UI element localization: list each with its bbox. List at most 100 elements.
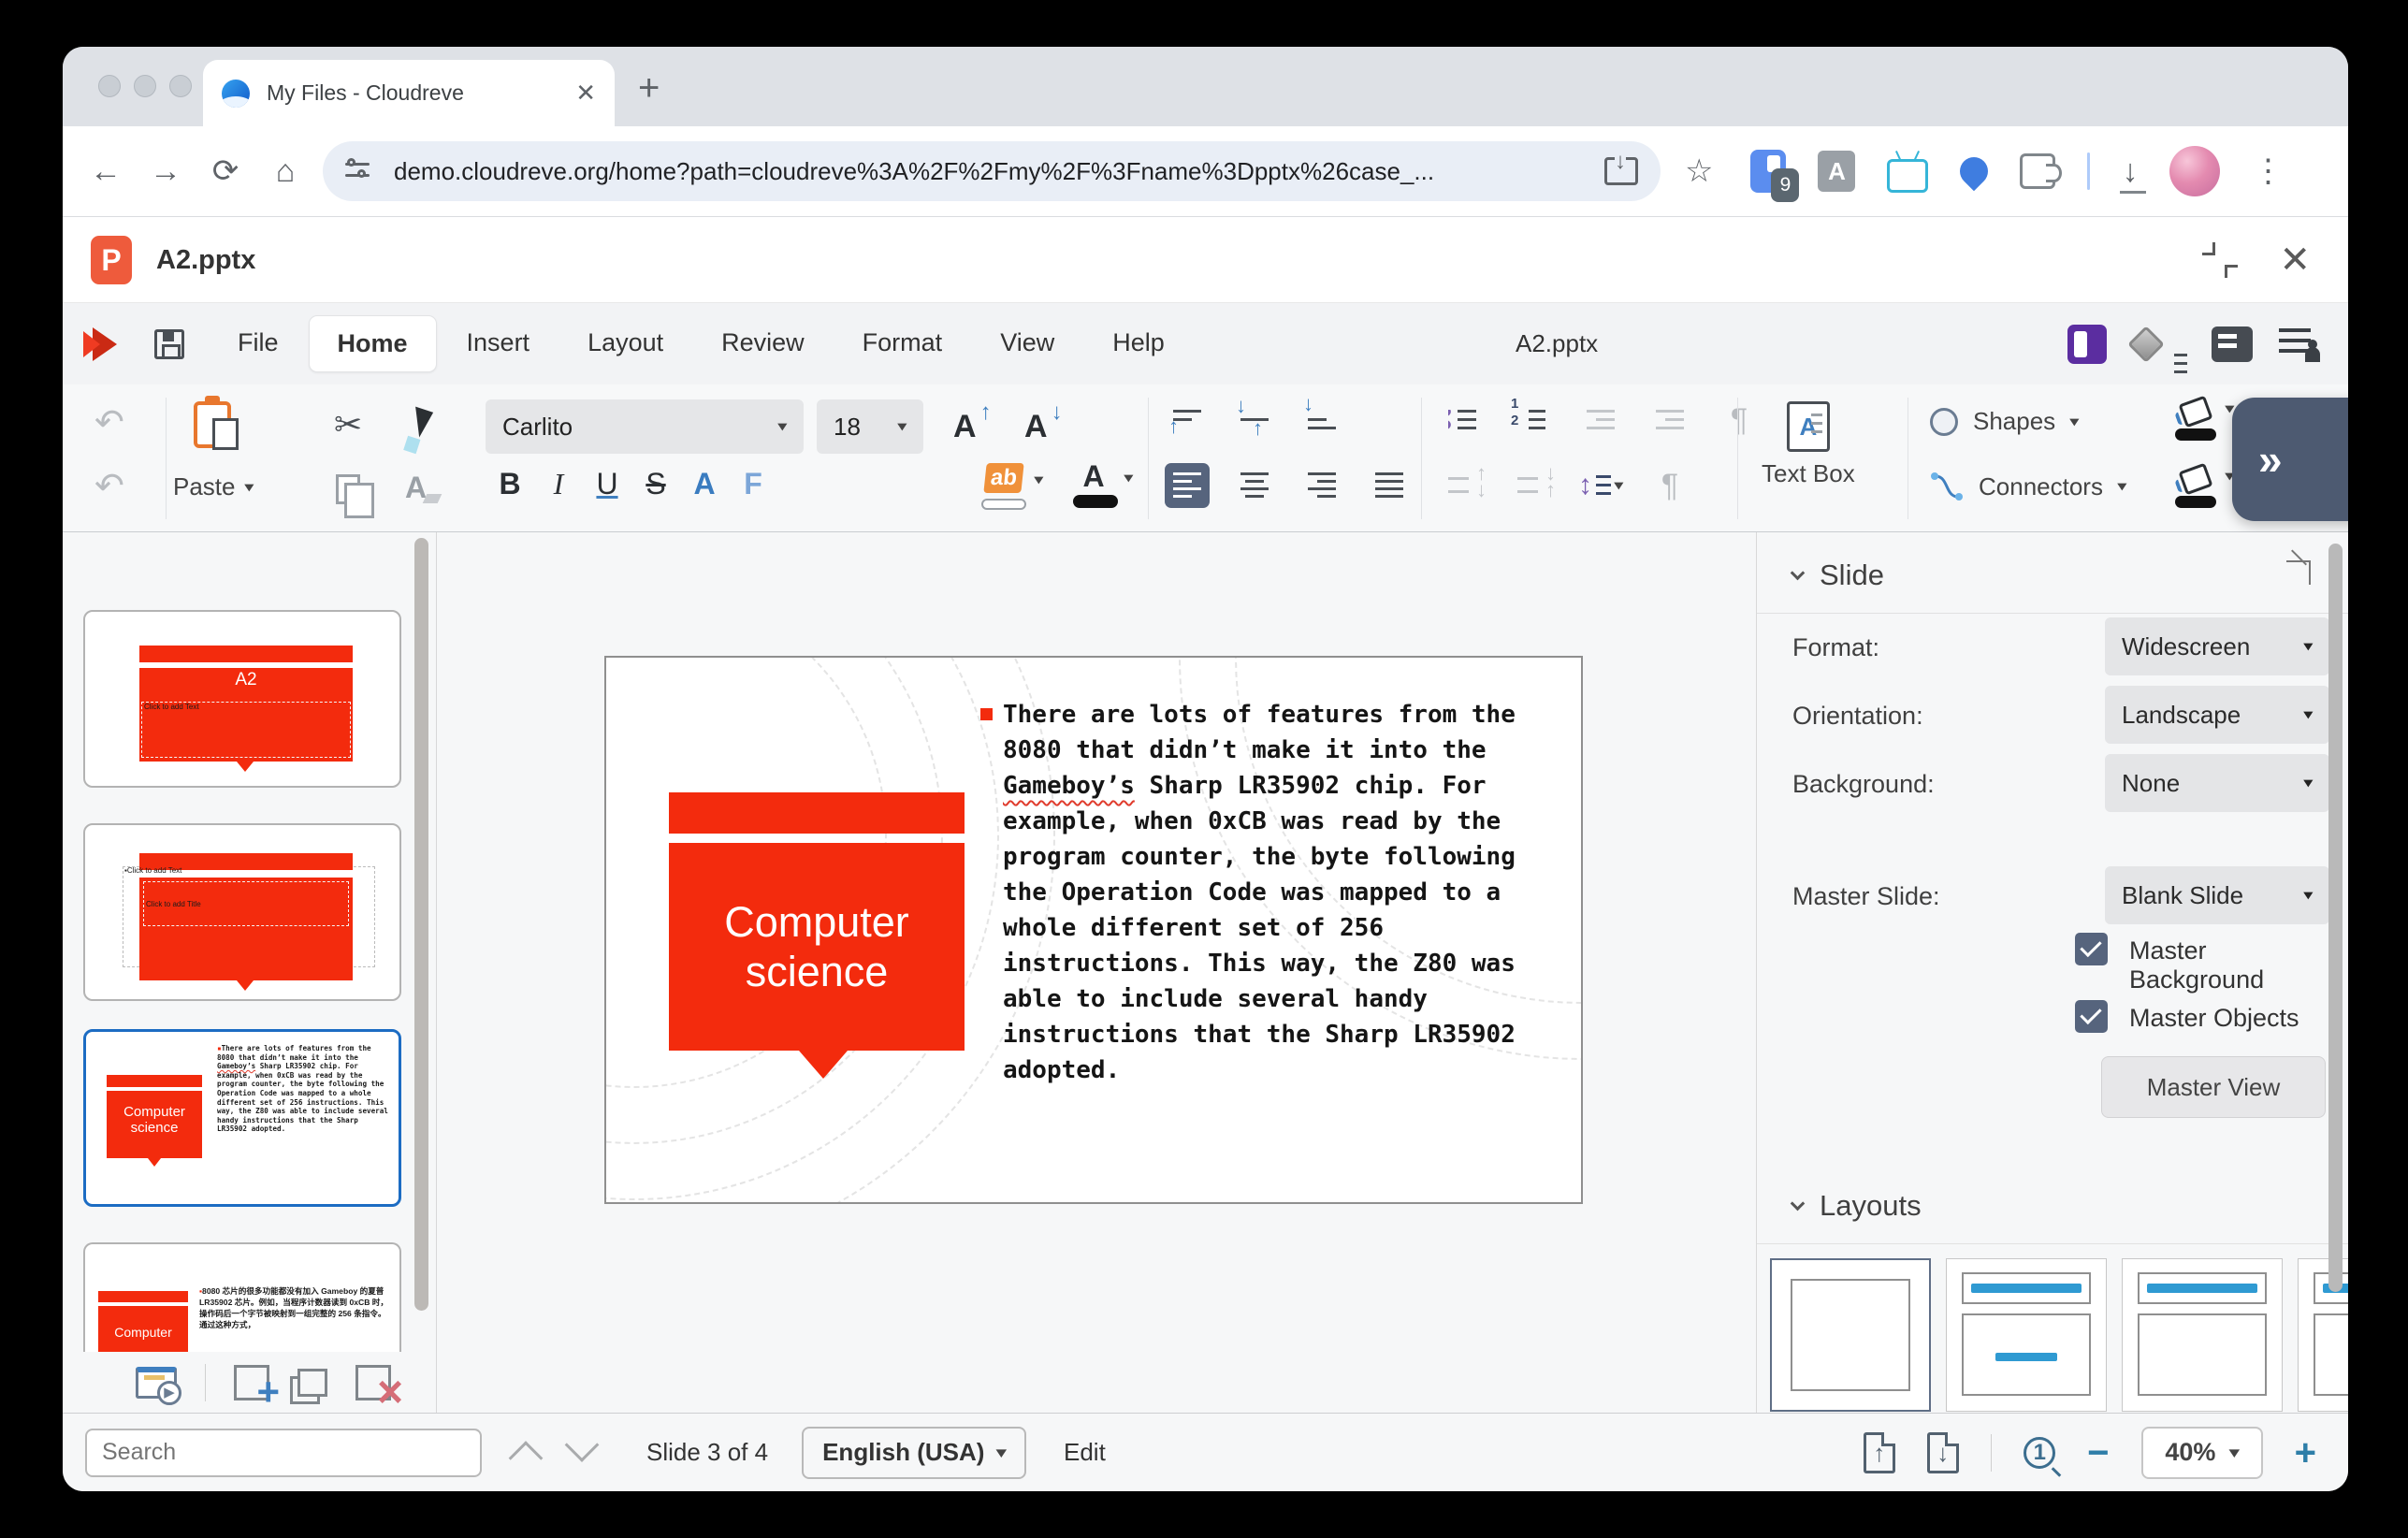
traffic-light-close[interactable] <box>98 75 121 97</box>
align-right-icon[interactable] <box>1299 463 1344 508</box>
decrease-indent-icon[interactable] <box>1578 398 1623 443</box>
preview-close-icon[interactable]: ✕ <box>2279 239 2311 282</box>
menu-file[interactable]: File <box>210 315 307 372</box>
traffic-light-zoom[interactable] <box>169 75 192 97</box>
zoom-100-icon[interactable]: 1 <box>2024 1437 2055 1469</box>
increase-indent-icon[interactable] <box>1647 398 1692 443</box>
highlight-color-button[interactable]: ab▾ <box>978 463 1030 510</box>
browser-menu-icon[interactable]: ⋮ <box>2252 152 2284 190</box>
decrease-font-icon[interactable]: A↓ <box>1024 411 1048 443</box>
redo-icon[interactable]: ↷ <box>94 469 124 504</box>
paste-button[interactable]: Paste▾ <box>173 472 253 501</box>
connectors-button[interactable]: Connectors▾ <box>1930 471 2126 502</box>
menu-format[interactable]: Format <box>834 315 971 372</box>
thumbnail-slide-1[interactable]: A2 Click to add Text <box>83 610 401 788</box>
cut-icon[interactable]: ✂ <box>334 405 362 444</box>
bold-button[interactable]: B <box>486 467 534 501</box>
thumbnail-slide-3[interactable]: Computer science ▪There are lots of feat… <box>83 1029 401 1207</box>
slide-title-shape[interactable]: Computer science <box>669 843 965 1051</box>
thumbnails-scrollbar[interactable] <box>414 538 428 1311</box>
settings-scrollbar[interactable] <box>2328 544 2343 1292</box>
expand-toolbar-button[interactable]: » <box>2232 398 2348 521</box>
master-slide-select[interactable]: Blank Slide▾ <box>2105 866 2329 924</box>
slide-canvas[interactable]: Computer science There are lots of featu… <box>437 532 1756 1413</box>
thumbnail-slide-2[interactable]: ▪Click to add Text Click to add Title <box>83 823 401 1001</box>
bookmark-star-icon[interactable]: ☆ <box>1685 152 1713 190</box>
reload-icon[interactable]: ⟳ <box>196 152 255 190</box>
layouts-section-header[interactable]: Layouts <box>1792 1189 1922 1223</box>
open-advanced-icon[interactable] <box>2286 560 2311 585</box>
extensions-puzzle-icon[interactable] <box>2020 153 2055 189</box>
extension-card-icon[interactable]: 9 <box>1750 150 1786 193</box>
find-next-icon[interactable] <box>565 1428 600 1462</box>
shapes-button[interactable]: Shapes▾ <box>1930 407 2079 436</box>
install-app-icon[interactable] <box>1604 157 1638 185</box>
move-down-icon[interactable]: ↓↑ <box>1509 463 1554 508</box>
insert-paragraph-icon[interactable]: ¶ <box>1717 398 1762 443</box>
valign-middle-icon[interactable]: ↓↑ <box>1232 398 1277 443</box>
browser-tab[interactable]: My Files - Cloudreve ✕ <box>203 60 615 126</box>
zoom-level-select[interactable]: 40%▾ <box>2141 1427 2263 1479</box>
menu-help[interactable]: Help <box>1084 315 1193 372</box>
theme-gem-icon[interactable] <box>2127 326 2165 363</box>
format-painter-icon[interactable] <box>407 407 433 440</box>
view-settings-icon[interactable] <box>2212 326 2253 362</box>
fit-to-slide-icon[interactable]: ↑ <box>1864 1432 1895 1473</box>
slide-page[interactable]: Computer science There are lots of featu… <box>604 656 1583 1204</box>
fit-to-width-icon[interactable]: ↓ <box>1927 1432 1959 1473</box>
fill-color-button[interactable]: ▾ <box>2175 467 2234 508</box>
thumbnail-slide-4[interactable]: Computer ▪8080 芯片的很多功能都没有加入 Gameboy 的夏普 … <box>83 1242 401 1352</box>
access-rights-icon[interactable] <box>2279 326 2320 362</box>
layout-blank[interactable] <box>1770 1258 1931 1412</box>
bullets-icon[interactable] <box>1440 398 1485 443</box>
font-color-button[interactable]: A ▾ <box>1073 461 1114 508</box>
hide-panel-icon[interactable] <box>2067 325 2107 364</box>
duplicate-slide-icon[interactable] <box>297 1369 327 1397</box>
font-name-select[interactable]: Carlito▾ <box>486 399 804 454</box>
format-select[interactable]: Widescreen▾ <box>2105 617 2329 675</box>
address-bar[interactable]: demo.cloudreve.org/home?path=cloudreve%3… <box>323 141 1661 201</box>
valign-bottom-icon[interactable]: ↓ <box>1299 398 1344 443</box>
move-up-icon[interactable]: ↑↓ <box>1440 463 1485 508</box>
master-view-button[interactable]: Master View <box>2101 1056 2326 1118</box>
save-icon[interactable] <box>154 329 184 359</box>
language-button[interactable]: English (USA)▾ <box>802 1427 1026 1479</box>
extension-a-icon[interactable]: A <box>1818 151 1855 192</box>
forward-icon[interactable]: → <box>136 153 196 190</box>
url-text[interactable]: demo.cloudreve.org/home?path=cloudreve%3… <box>394 157 1604 186</box>
underline-button[interactable]: U <box>583 467 631 501</box>
exit-fullscreen-icon[interactable] <box>2202 242 2238 278</box>
paragraph-settings-icon[interactable]: ¶ <box>1647 463 1692 508</box>
downloads-icon[interactable]: ↓ <box>2122 153 2138 190</box>
background-select[interactable]: None▾ <box>2105 754 2329 812</box>
line-color-button[interactable]: ▾ <box>2175 399 2234 441</box>
undo-icon[interactable]: ↶ <box>94 405 124 441</box>
onlyoffice-logo-icon[interactable] <box>93 327 117 361</box>
extension-tv-icon[interactable] <box>1887 159 1928 193</box>
zoom-out-button[interactable]: − <box>2087 1434 2109 1472</box>
paste-clipboard-icon[interactable] <box>194 401 231 448</box>
search-input[interactable] <box>85 1429 482 1477</box>
line-spacing-button[interactable]: ↕ ▾ <box>1578 463 1623 508</box>
menu-insert[interactable]: Insert <box>439 315 558 372</box>
text-box-button[interactable]: A Text Box <box>1762 401 1855 488</box>
numbering-icon[interactable]: 1 2 <box>1509 398 1554 443</box>
back-icon[interactable]: ← <box>76 153 136 190</box>
find-previous-icon[interactable] <box>509 1441 544 1475</box>
tab-close-icon[interactable]: ✕ <box>575 79 596 108</box>
menu-home[interactable]: Home <box>309 315 437 372</box>
site-settings-icon[interactable] <box>345 157 373 185</box>
slide-section-header[interactable]: Slide <box>1792 559 1884 592</box>
master-objects-checkbox[interactable] <box>2075 1000 2108 1033</box>
strikethrough-button[interactable]: S <box>631 467 680 501</box>
start-slideshow-icon[interactable] <box>136 1367 177 1399</box>
new-tab-button[interactable]: + <box>638 67 660 109</box>
menu-view[interactable]: View <box>972 315 1082 372</box>
layout-title-only[interactable] <box>2122 1258 2283 1412</box>
menu-layout[interactable]: Layout <box>559 315 691 372</box>
delete-slide-icon[interactable] <box>355 1365 391 1400</box>
profile-avatar[interactable] <box>2169 146 2220 196</box>
align-justify-icon[interactable] <box>1367 463 1412 508</box>
slide-title-accent-bar[interactable] <box>669 792 965 834</box>
clear-style-icon[interactable]: A <box>405 471 427 505</box>
